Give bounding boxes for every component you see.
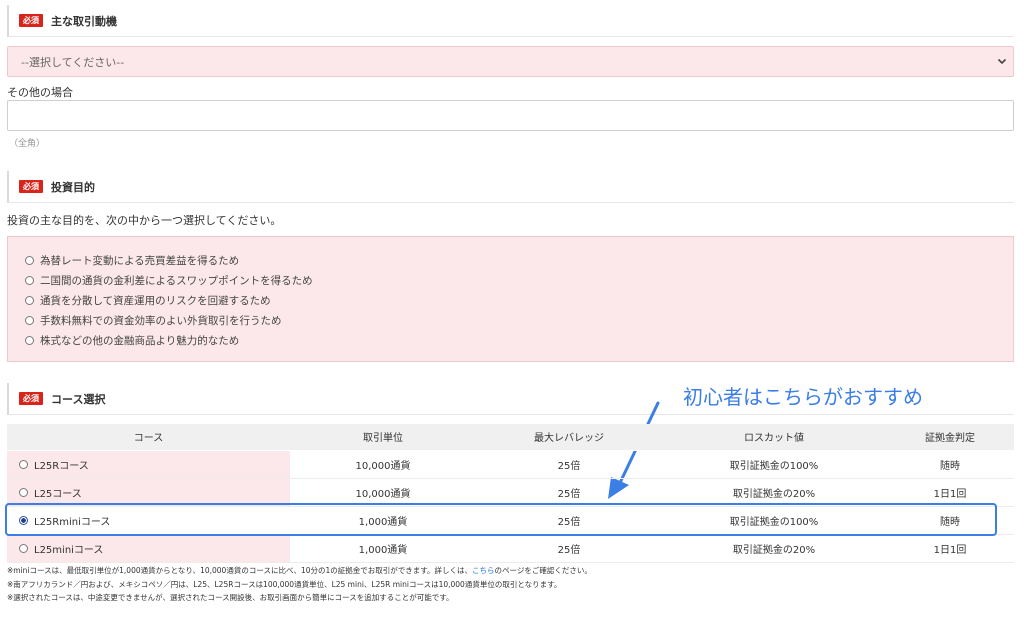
chevron-down-icon (997, 58, 1007, 65)
table-row[interactable]: L25コース 10,000通貨 25倍 取引証拠金の20% 1日1回 (7, 478, 1014, 507)
unit-cell: 1,000通貨 (290, 506, 476, 535)
purpose-description: 投資の主な目的を、次の中から一つ選択してください。 (7, 214, 282, 227)
header-course: コース (7, 424, 290, 451)
note-line: ※miniコースは、最低取引単位が1,000通貨からとなり、10,000通貨のコ… (7, 564, 592, 578)
unit-cell: 1,000通貨 (290, 534, 476, 563)
details-link[interactable]: こちら (472, 566, 495, 575)
note-line: ※選択されたコースは、中途変更できませんが、選択されたコース開設後、お取引画面か… (7, 593, 454, 602)
required-badge: 必須 (19, 392, 43, 405)
fullwidth-hint: （全角） (9, 139, 46, 149)
radio-button[interactable] (19, 487, 28, 497)
section-title: コース選択 (51, 392, 106, 406)
leverage-cell: 25倍 (476, 478, 662, 507)
notes: ※miniコースは、最低取引単位が1,000通貨からとなり、10,000通貨のコ… (7, 564, 592, 605)
note-line: ※南アフリカランド／円および、メキシコペソ／円は、L25、L25Rコースは100… (7, 579, 562, 589)
section-title: 主な取引動機 (51, 14, 117, 28)
radio-button[interactable] (25, 315, 34, 325)
purpose-option[interactable]: 為替レート変動による売買差益を得るため (8, 250, 1013, 270)
table-row-selected[interactable]: L25Rminiコース 1,000通貨 25倍 取引証拠金の100% 随時 (7, 506, 1014, 535)
header-losscut: ロスカット値 (662, 424, 886, 451)
recommend-annotation: 初心者はこちらがおすすめ (683, 385, 923, 409)
radio-button[interactable] (25, 255, 34, 265)
other-label: その他の場合 (7, 86, 73, 99)
purpose-option[interactable]: 手数料無料での資金効率のよい外貨取引を行うため (8, 310, 1013, 330)
section-header-trading-motive: 必須 主な取引動機 (7, 5, 1014, 37)
course-name: L25Rminiコース (34, 516, 111, 528)
other-text-input[interactable] (7, 100, 1014, 131)
note-text: のページをご確認ください。 (494, 566, 592, 575)
option-label: 為替レート変動による売買差益を得るため (40, 254, 240, 267)
note-text: ※miniコースは、最低取引単位が1,000通貨からとなり、10,000通貨のコ… (7, 566, 473, 575)
losscut-cell: 取引証拠金の100% (662, 506, 886, 535)
radio-button[interactable] (25, 275, 34, 285)
judge-cell: 1日1回 (886, 534, 1014, 563)
required-badge: 必須 (19, 180, 43, 193)
header-margin-judge: 証拠金判定 (886, 424, 1014, 451)
header-leverage: 最大レバレッジ (476, 424, 662, 451)
leverage-cell: 25倍 (476, 506, 662, 535)
course-table: コース 取引単位 最大レバレッジ ロスカット値 証拠金判定 L25Rコース 10… (7, 424, 1014, 563)
course-name-cell[interactable]: L25Rコース (7, 450, 290, 479)
radio-button[interactable] (19, 459, 28, 469)
option-label: 株式などの他の金融商品より魅力的なため (40, 334, 240, 347)
option-label: 通貨を分散して資産運用のリスクを回避するため (40, 294, 271, 307)
course-name-cell[interactable]: L25コース (7, 478, 290, 507)
header-unit: 取引単位 (290, 424, 476, 451)
table-row[interactable]: L25Rコース 10,000通貨 25倍 取引証拠金の100% 随時 (7, 450, 1014, 479)
section-header-investment-purpose: 必須 投資目的 (7, 171, 1014, 203)
section-title: 投資目的 (51, 180, 95, 194)
radio-button[interactable] (19, 543, 28, 553)
unit-cell: 10,000通貨 (290, 450, 476, 479)
losscut-cell: 取引証拠金の20% (662, 478, 886, 507)
course-name: L25Rコース (34, 460, 89, 472)
select-value: --選択してください-- (21, 55, 125, 69)
course-name: L25miniコース (34, 544, 104, 556)
losscut-cell: 取引証拠金の100% (662, 450, 886, 479)
radio-button-checked[interactable] (19, 515, 28, 525)
table-row[interactable]: L25miniコース 1,000通貨 25倍 取引証拠金の20% 1日1回 (7, 534, 1014, 563)
unit-cell: 10,000通貨 (290, 478, 476, 507)
leverage-cell: 25倍 (476, 450, 662, 479)
leverage-cell: 25倍 (476, 534, 662, 563)
radio-button[interactable] (25, 295, 34, 305)
option-label: 二国間の通貨の金利差によるスワップポイントを得るため (40, 274, 313, 287)
purpose-option[interactable]: 二国間の通貨の金利差によるスワップポイントを得るため (8, 270, 1013, 290)
course-name: L25コース (34, 488, 82, 500)
table-header-row: コース 取引単位 最大レバレッジ ロスカット値 証拠金判定 (7, 424, 1014, 451)
purpose-option[interactable]: 通貨を分散して資産運用のリスクを回避するため (8, 290, 1013, 310)
purpose-option[interactable]: 株式などの他の金融商品より魅力的なため (8, 330, 1013, 350)
judge-cell: 1日1回 (886, 478, 1014, 507)
radio-button[interactable] (25, 335, 34, 345)
course-name-cell[interactable]: L25Rminiコース (7, 506, 290, 535)
required-badge: 必須 (19, 14, 43, 27)
purpose-radio-group: 為替レート変動による売買差益を得るため 二国間の通貨の金利差によるスワップポイン… (7, 236, 1014, 362)
option-label: 手数料無料での資金効率のよい外貨取引を行うため (40, 314, 282, 327)
course-name-cell[interactable]: L25miniコース (7, 534, 290, 563)
losscut-cell: 取引証拠金の20% (662, 534, 886, 563)
judge-cell: 随時 (886, 450, 1014, 479)
trading-motive-select[interactable]: --選択してください-- (7, 46, 1014, 77)
judge-cell: 随時 (886, 506, 1014, 535)
